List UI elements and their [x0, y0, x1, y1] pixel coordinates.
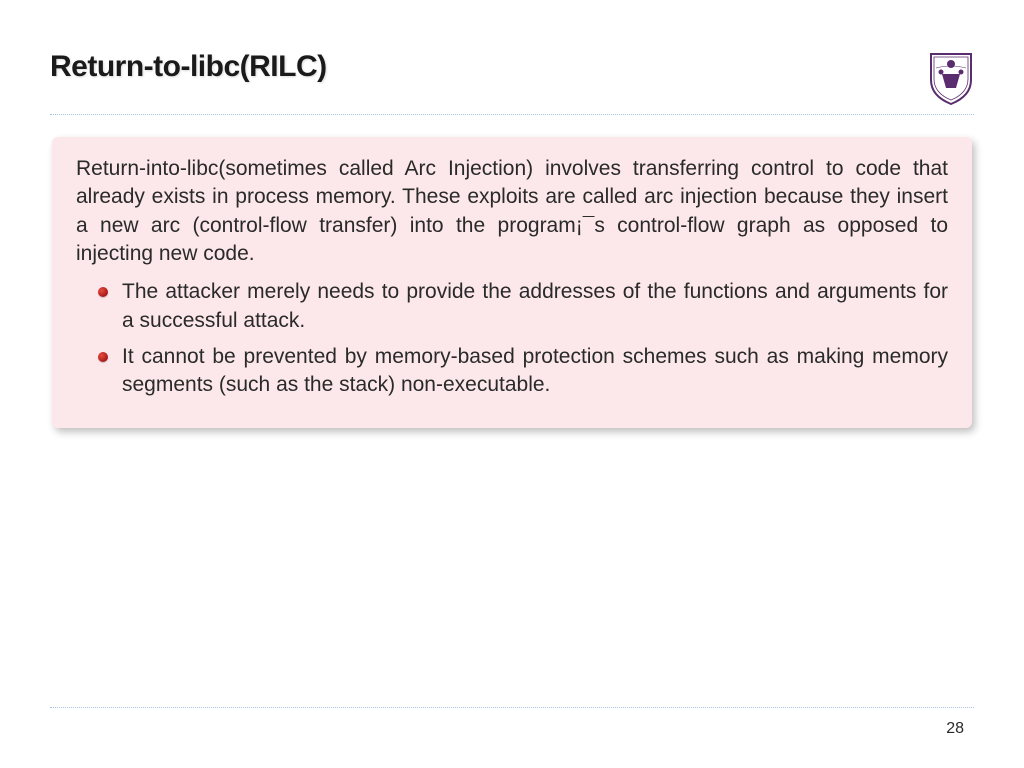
bottom-divider	[50, 707, 974, 708]
intro-paragraph: Return-into-libc(sometimes called Arc In…	[76, 155, 948, 268]
list-item: The attacker merely needs to provide the…	[104, 278, 948, 335]
bullet-list: The attacker merely needs to provide the…	[76, 278, 948, 399]
header-row: Return-to-libc(RILC)	[50, 50, 974, 106]
top-divider	[50, 114, 974, 115]
page-number: 28	[946, 720, 964, 738]
shield-icon	[928, 50, 974, 106]
list-item: It cannot be prevented by memory-based p…	[104, 343, 948, 400]
slide-container: Return-to-libc(RILC) Return-into-libc(so…	[0, 0, 1024, 768]
content-box: Return-into-libc(sometimes called Arc In…	[52, 137, 972, 428]
page-title: Return-to-libc(RILC)	[50, 50, 327, 84]
university-logo	[928, 50, 974, 106]
